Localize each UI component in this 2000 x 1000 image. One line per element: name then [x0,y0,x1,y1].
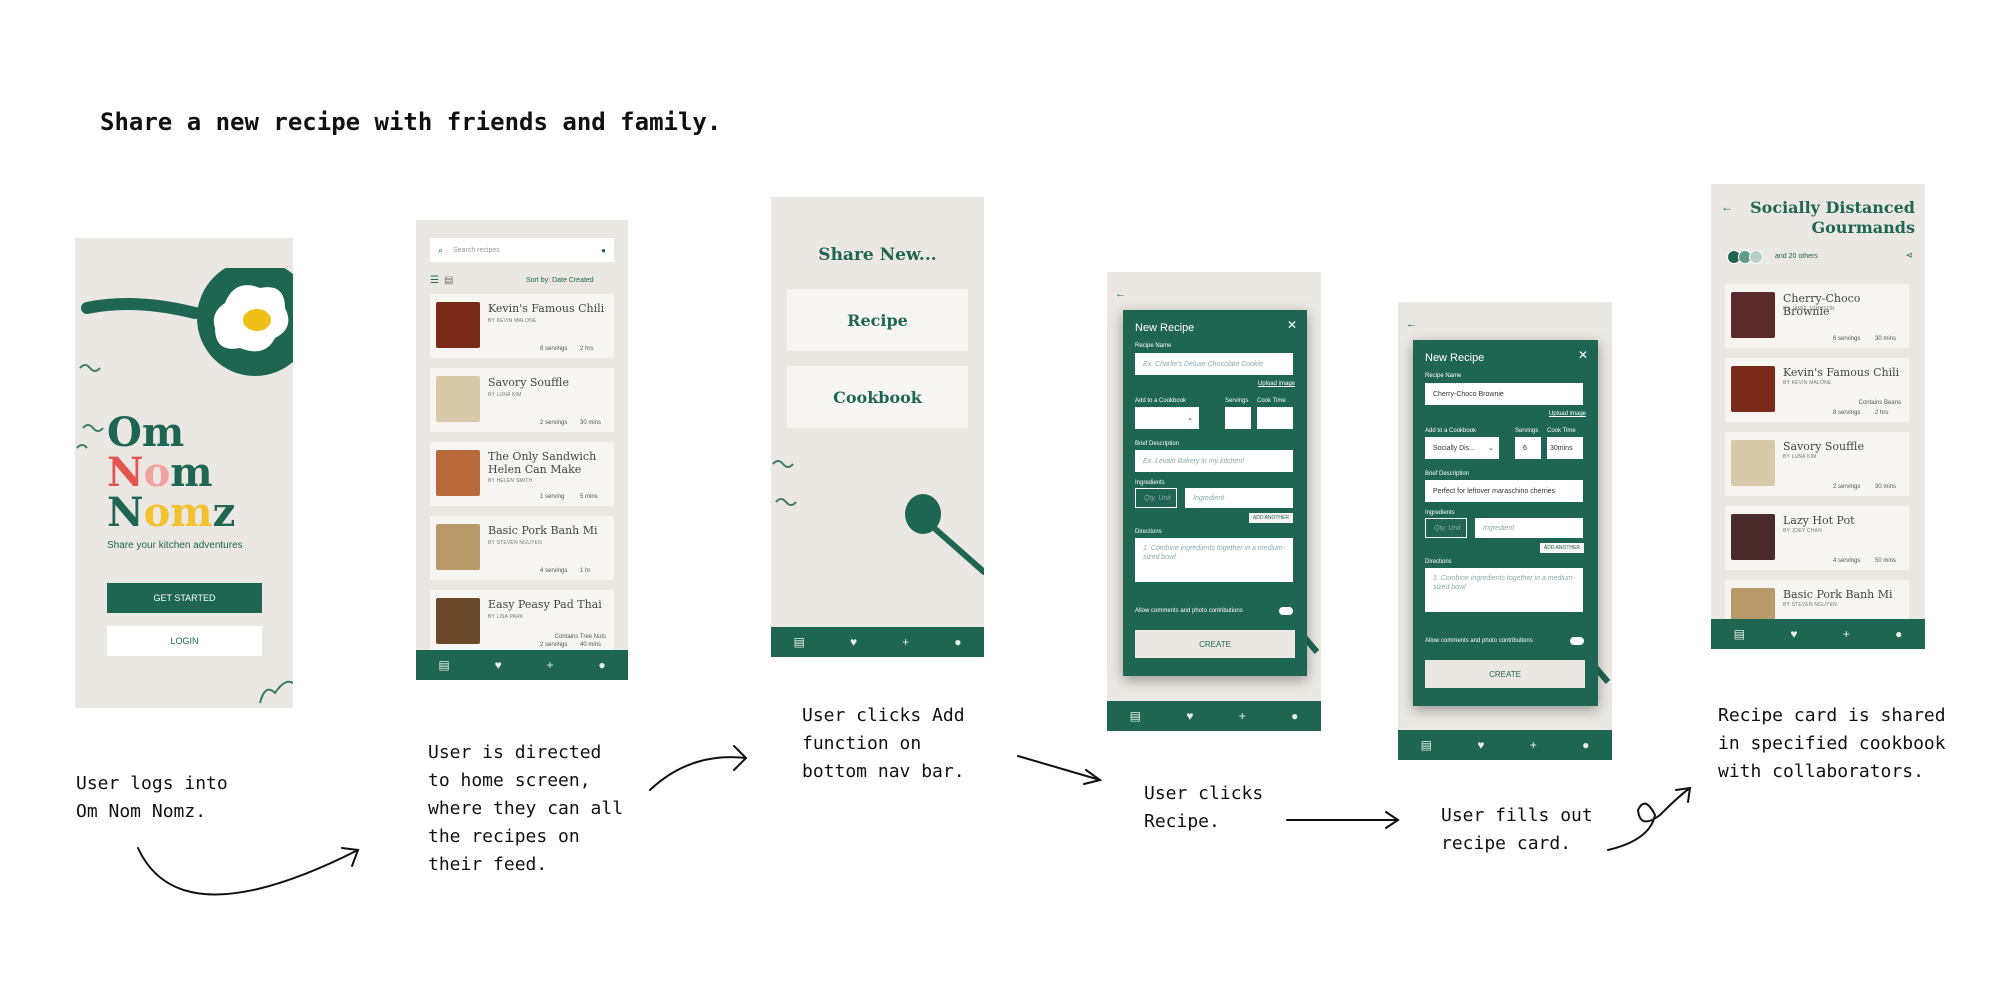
arrow-2 [649,756,747,791]
arrow-5 [1607,787,1691,851]
flow-arrows [137,745,1692,896]
arrow-3 [1017,755,1101,781]
arrow-1 [137,847,359,896]
